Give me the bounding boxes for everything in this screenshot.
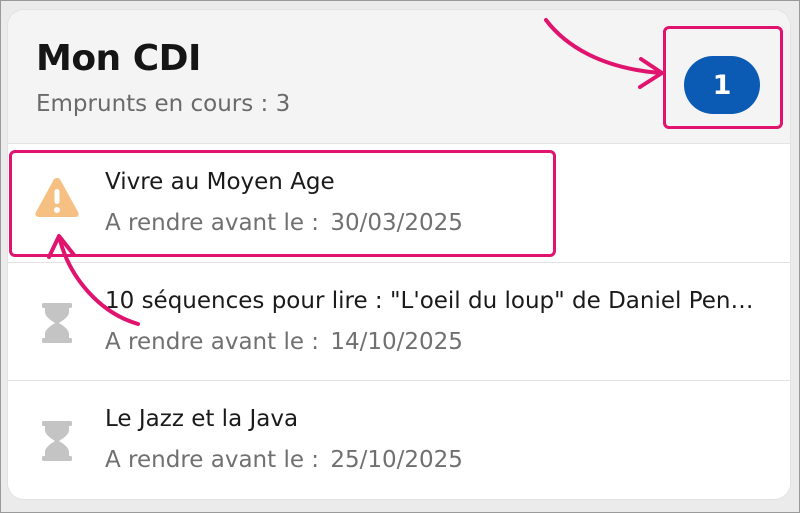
loan-item[interactable]: 10 séquences pour lire : "L'oeil du loup… bbox=[8, 262, 790, 381]
hourglass-icon bbox=[42, 303, 72, 343]
due-date: 30/03/2025 bbox=[330, 210, 463, 236]
hourglass-icon bbox=[42, 421, 72, 461]
warning-icon bbox=[35, 178, 79, 217]
loan-due: A rendre avant le : 25/10/2025 bbox=[105, 447, 463, 473]
loan-due: A rendre avant le : 30/03/2025 bbox=[105, 210, 463, 236]
loans-count: Emprunts en cours : 3 bbox=[36, 91, 291, 117]
loan-item[interactable]: Vivre au Moyen Age A rendre avant le : 3… bbox=[8, 143, 790, 262]
loan-item[interactable]: Le Jazz et la Java A rendre avant le : 2… bbox=[8, 380, 790, 499]
loan-due: A rendre avant le : 14/10/2025 bbox=[105, 329, 463, 355]
loan-title: Le Jazz et la Java bbox=[105, 406, 299, 432]
due-label: A rendre avant le : bbox=[105, 210, 320, 236]
due-label: A rendre avant le : bbox=[105, 329, 320, 355]
card-title: Mon CDI bbox=[36, 38, 201, 79]
notification-badge[interactable]: 1 bbox=[684, 56, 760, 114]
loan-title: Vivre au Moyen Age bbox=[105, 169, 335, 195]
card-header: Mon CDI Emprunts en cours : 3 1 bbox=[8, 10, 790, 143]
loan-title: 10 séquences pour lire : "L'oeil du loup… bbox=[105, 288, 755, 314]
due-date: 25/10/2025 bbox=[330, 447, 463, 473]
due-date: 14/10/2025 bbox=[330, 329, 463, 355]
cdi-card: Mon CDI Emprunts en cours : 3 1 Vivre au… bbox=[8, 10, 790, 499]
due-label: A rendre avant le : bbox=[105, 447, 320, 473]
